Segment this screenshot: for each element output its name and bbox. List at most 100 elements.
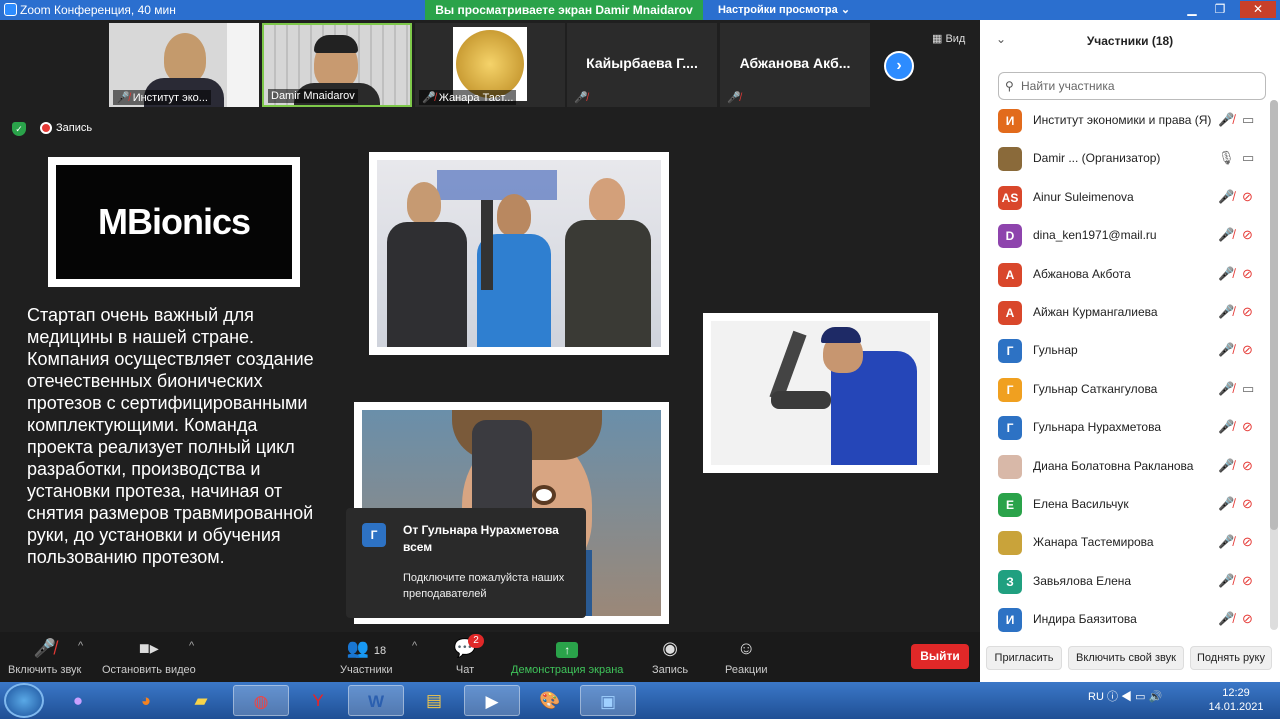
participant-row[interactable]: З Завьялова Елена 🎤̸ ⊘ <box>980 563 1268 601</box>
window-title: Zoom Конференция, 40 мин <box>20 3 176 17</box>
mic-muted-icon: 🎤̸ <box>727 92 741 104</box>
video-off-icon: ⊘ <box>1242 188 1253 204</box>
participant-name: Завьялова Елена <box>1033 573 1132 588</box>
participant-avatar: AS <box>998 185 1022 210</box>
folder-icon[interactable]: ▰ <box>173 685 229 716</box>
panel-scrollbar[interactable] <box>1270 100 1278 630</box>
participant-search-input[interactable]: ⚲ Найти участника <box>998 72 1266 100</box>
participant-avatar: D <box>998 224 1022 249</box>
logo-text: MBionics <box>56 165 292 279</box>
participant-row[interactable]: Г Гульнара Нурахметова 🎤̸ ⊘ <box>980 409 1268 447</box>
video-thumb-kaiyrbaeva[interactable]: Кайырбаева Г.... 🎤̸ <box>567 23 717 107</box>
video-thumb-damir[interactable]: Damir Mnaidarov <box>262 23 412 107</box>
participant-name: Гульнара Нурахметова <box>1033 420 1162 435</box>
paint-icon[interactable]: 🎨 <box>522 685 578 716</box>
unmute-me-button[interactable]: Включить свой звук <box>1068 646 1184 670</box>
participants-count: 18 <box>373 645 387 657</box>
mic-muted-icon: 🎤̸ <box>116 92 130 104</box>
close-icon[interactable]: ✕ <box>1240 1 1276 18</box>
participants-chevron-icon[interactable]: ^ <box>412 640 417 652</box>
reactions-button[interactable]: ☺ Реакции <box>725 636 768 676</box>
zoom-taskbar-icon[interactable]: ▶ <box>464 685 520 716</box>
recording-indicator[interactable]: Запись <box>40 122 92 135</box>
participant-name: Ainur Suleimenova <box>1033 189 1134 204</box>
participant-name: Индира Баязитова <box>1033 612 1137 627</box>
participant-row[interactable]: И Индира Баязитова 🎤̸ ⊘ <box>980 601 1268 639</box>
participant-row[interactable]: Диана Болатовна Ракланова 🎤̸ ⊘ <box>980 448 1268 486</box>
unmute-button[interactable]: 🎤̸ Включить звук <box>8 636 81 676</box>
share-screen-icon: ↑ <box>556 642 579 658</box>
panel-title: Участники (18) <box>1086 34 1174 48</box>
video-off-icon: ⊘ <box>1242 304 1253 319</box>
chat-sender: От Гульнара Нурахметова всем <box>403 523 559 554</box>
next-page-button[interactable]: › <box>884 51 914 81</box>
thumb-big-name: Абжанова Акб... <box>739 55 851 71</box>
mic-muted-icon: 🎤̸ <box>422 92 436 104</box>
view-options-button[interactable]: Настройки просмотра ⌄ <box>712 0 856 20</box>
participant-row[interactable]: Damir ... (Организатор) 🎙 ▭ <box>980 140 1268 178</box>
participant-row[interactable]: А Абжанова Акбота 🎤̸ ⊘ <box>980 256 1268 294</box>
participant-name: Айжан Курмангалиева <box>1033 305 1158 319</box>
participant-row[interactable]: Е Елена Васильчук 🎤̸ ⊘ <box>980 486 1268 524</box>
chat-notification[interactable]: Г От Гульнара Нурахметова всем Подключит… <box>346 508 586 618</box>
participant-avatar: А <box>998 262 1022 287</box>
video-options-chevron-icon[interactable]: ^ <box>189 640 194 652</box>
invite-button[interactable]: Пригласить <box>986 646 1062 670</box>
viewing-screen-banner: Вы просматриваете экран Damir Mnaidarov <box>425 0 703 20</box>
minimize-icon[interactable]: ▁ <box>1180 1 1204 18</box>
chrome-icon[interactable]: ◍ <box>233 685 289 716</box>
maximize-icon[interactable]: ❐ <box>1208 1 1232 18</box>
exit-button[interactable]: Выйти <box>911 644 969 669</box>
participant-row[interactable]: И Институт экономики и права (Я) 🎤̸ ▭ <box>980 102 1268 140</box>
firefox-icon[interactable]: ◕ <box>118 685 174 716</box>
record-icon: ◉ <box>662 638 678 658</box>
mic-muted-icon: 🎤̸ <box>1218 342 1235 358</box>
system-tray[interactable]: RU ⓘ ◀ ▭ 🔊 <box>1088 688 1162 704</box>
mic-muted-icon: 🎤̸ <box>1218 188 1235 204</box>
participant-row[interactable]: Г Гульнар Саткангулова 🎤̸ ▭ <box>980 371 1268 409</box>
video-off-icon: ⊘ <box>1242 457 1253 473</box>
participant-row[interactable]: AS Ainur Suleimenova 🎤̸ ⊘ <box>980 179 1268 217</box>
video-camera-icon: ■▸ <box>138 638 159 658</box>
taskbar-clock[interactable]: 12:29 14.01.2021 <box>1196 686 1276 714</box>
explorer-icon[interactable]: ▤ <box>406 685 462 716</box>
participants-button[interactable]: 👥 18 Участники <box>340 636 393 676</box>
participant-row[interactable]: Г Гульнар 🎤̸ ⊘ <box>980 332 1268 370</box>
video-off-icon: ⊘ <box>1242 265 1253 281</box>
share-screen-button[interactable]: ↑ Демонстрация экрана <box>511 636 623 676</box>
security-shield-icon[interactable]: ✓ <box>12 122 26 136</box>
raise-hand-button[interactable]: Поднять руку <box>1190 646 1272 670</box>
mic-muted-icon: 🎤̸ <box>1218 265 1235 281</box>
thumb-name: Damir Mnaidarov <box>271 90 355 102</box>
participant-name: Гульнар <box>1033 343 1078 358</box>
photo-viewer-icon[interactable]: ▣ <box>580 685 636 716</box>
video-thumb-institute[interactable]: 🎤̸ Институт эко... <box>109 23 259 107</box>
search-icon: ⚲ <box>1005 79 1014 93</box>
record-button[interactable]: ◉ Запись <box>652 636 688 676</box>
participant-name: dina_ken1971@mail.ru <box>1033 228 1157 243</box>
help-icon[interactable]: ⓘ ◀ ▭ 🔊 <box>1107 691 1162 703</box>
participant-name: Елена Васильчук <box>1033 497 1129 511</box>
alice-icon[interactable]: ● <box>50 685 106 716</box>
participants-icon: 👥 <box>346 638 369 658</box>
start-button[interactable] <box>4 683 44 718</box>
video-thumb-zhanara[interactable]: 🎤̸ Жанара Таст... <box>415 23 565 107</box>
audio-options-chevron-icon[interactable]: ^ <box>78 640 83 652</box>
view-mode-button[interactable]: ▦ Вид <box>932 32 965 45</box>
zoom-logo-icon <box>4 3 17 16</box>
participant-row[interactable]: А Айжан Курмангалиева 🎤̸ ⊘ <box>980 294 1268 332</box>
video-camera-icon: ▭ <box>1242 150 1255 166</box>
yandex-browser-icon[interactable]: Y <box>290 685 346 716</box>
participant-row[interactable]: Жанара Тастемирова 🎤̸ ⊘ <box>980 524 1268 562</box>
chat-badge: 2 <box>468 634 484 648</box>
participant-row[interactable]: Ddina_ken1971@mail.ru 🎤̸ ⊘ <box>980 217 1268 255</box>
participant-avatar: Г <box>998 416 1022 441</box>
word-icon[interactable]: W <box>348 685 404 716</box>
participant-avatar <box>998 147 1022 172</box>
participant-avatar <box>998 531 1022 556</box>
video-off-icon: ⊘ <box>1242 572 1253 588</box>
language-indicator[interactable]: RU <box>1088 691 1104 703</box>
stop-video-button[interactable]: ■▸ Остановить видео <box>102 636 196 676</box>
video-thumb-abzhanova[interactable]: Абжанова Акб... 🎤̸ <box>720 23 870 107</box>
mic-muted-icon: 🎤̸ <box>1218 304 1235 319</box>
